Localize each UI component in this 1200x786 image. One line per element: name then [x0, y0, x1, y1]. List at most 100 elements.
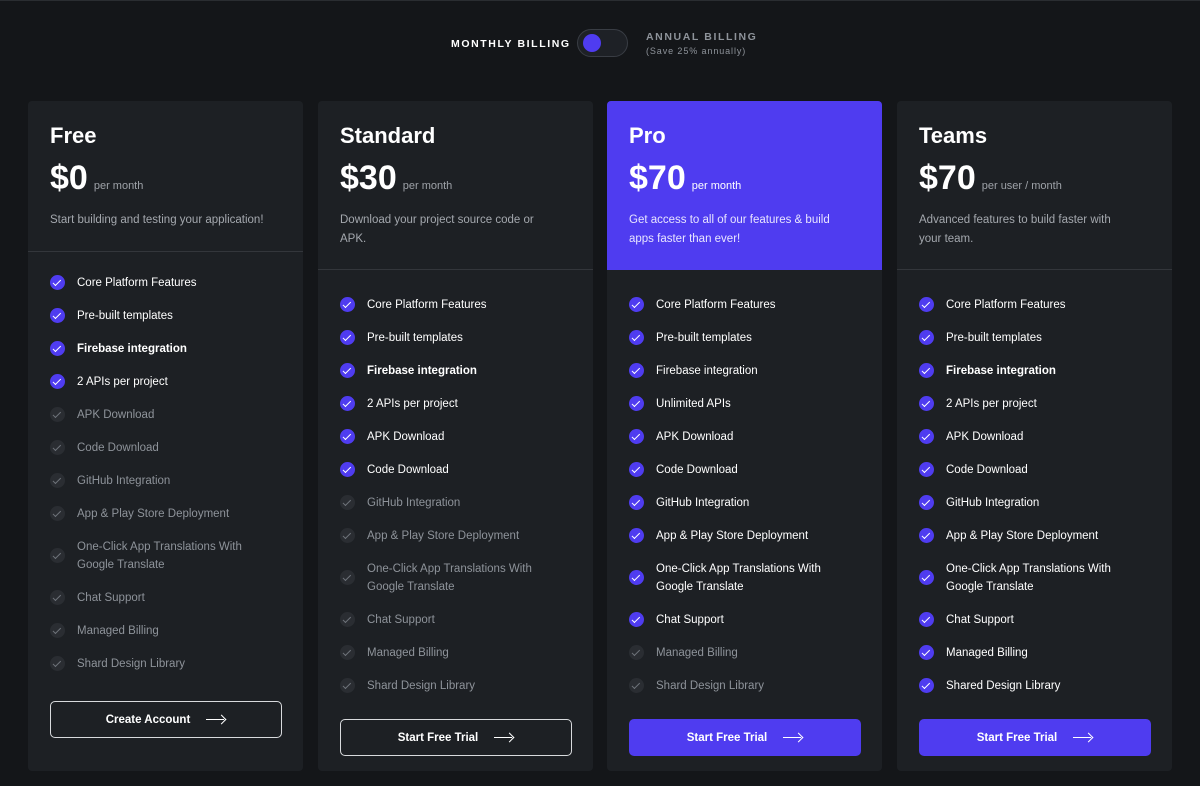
check-icon	[919, 297, 934, 312]
feature-label: GitHub Integration	[367, 496, 461, 509]
arrow-right-icon	[494, 733, 514, 743]
check-icon	[50, 275, 65, 290]
billing-toggle-switch[interactable]	[577, 29, 628, 57]
check-icon	[340, 495, 355, 510]
feature-item: 2 APIs per project	[919, 387, 1150, 420]
feature-label: Managed Billing	[77, 624, 159, 637]
feature-label: Pre-built templates	[77, 309, 173, 322]
button-label: Start Free Trial	[686, 731, 768, 744]
feature-item: GitHub Integration	[340, 486, 571, 519]
feature-label: One-Click App Translations With Google T…	[656, 562, 821, 593]
check-icon	[340, 462, 355, 477]
start-free-trial-button[interactable]: Start Free Trial	[340, 719, 572, 756]
feature-item: APK Download	[919, 420, 1150, 453]
feature-item: Core Platform Features	[340, 288, 571, 321]
feature-label: Managed Billing	[367, 646, 449, 659]
check-icon	[629, 297, 644, 312]
feature-label: Core Platform Features	[656, 298, 776, 311]
check-icon	[629, 462, 644, 477]
check-icon	[919, 612, 934, 627]
annual-billing-option[interactable]: ANNUAL BILLING (Save 25% annually)	[646, 31, 757, 56]
check-icon	[50, 374, 65, 389]
check-icon	[50, 506, 65, 521]
feature-item: GitHub Integration	[50, 464, 281, 497]
check-icon	[50, 341, 65, 356]
feature-item: Managed Billing	[629, 636, 860, 669]
check-icon	[629, 645, 644, 660]
plan-period: per month	[93, 180, 144, 192]
check-icon	[340, 429, 355, 444]
feature-item: Firebase integration	[629, 354, 860, 387]
feature-item: App & Play Store Deployment	[629, 519, 860, 552]
annual-savings-note: (Save 25% annually)	[646, 46, 747, 56]
check-icon	[629, 396, 644, 411]
feature-label: Shared Design Library	[946, 679, 1061, 692]
check-icon	[919, 678, 934, 693]
plan-price: $70	[629, 159, 686, 197]
monthly-billing-label[interactable]: MONTHLY BILLING	[451, 38, 571, 50]
feature-label: Unlimited APIs	[656, 397, 731, 410]
check-icon	[919, 330, 934, 345]
feature-label: Pre-built templates	[367, 331, 463, 344]
feature-item: Core Platform Features	[50, 266, 281, 299]
feature-item: 2 APIs per project	[340, 387, 571, 420]
feature-item: APK Download	[629, 420, 860, 453]
feature-label: APK Download	[367, 430, 445, 443]
feature-label: Firebase integration	[946, 364, 1056, 377]
plan-header: Pro $70 per month Get access to all of o…	[607, 101, 882, 269]
check-icon	[629, 612, 644, 627]
create-account-button[interactable]: Create Account	[50, 701, 282, 738]
plan-description: Start building and testing your applicat…	[50, 214, 264, 226]
feature-label: Chat Support	[656, 613, 724, 626]
check-icon	[50, 656, 65, 671]
start-free-trial-button[interactable]: Start Free Trial	[629, 719, 861, 756]
feature-label: Firebase integration	[77, 342, 187, 355]
plan-description: Advanced features to build faster with y…	[919, 214, 1111, 245]
feature-label: Shard Design Library	[367, 679, 476, 692]
feature-label: Firebase integration	[367, 364, 477, 377]
plan-price: $0	[50, 159, 88, 197]
feature-item: Pre-built templates	[340, 321, 571, 354]
feature-list: Core Platform Features Pre-built templat…	[318, 270, 593, 702]
plan-name: Standard	[340, 123, 436, 148]
toggle-knob	[583, 34, 601, 52]
check-icon	[629, 678, 644, 693]
price-row: $70 per month	[629, 159, 860, 197]
plan-price: $70	[919, 159, 976, 197]
button-label: Start Free Trial	[397, 731, 479, 744]
check-icon	[50, 308, 65, 323]
check-icon	[629, 528, 644, 543]
check-icon	[340, 678, 355, 693]
feature-label: Core Platform Features	[946, 298, 1066, 311]
annual-billing-label: ANNUAL BILLING	[646, 31, 758, 43]
feature-label: Pre-built templates	[946, 331, 1042, 344]
feature-item: Core Platform Features	[629, 288, 860, 321]
feature-item: GitHub Integration	[629, 486, 860, 519]
feature-item: Pre-built templates	[919, 321, 1150, 354]
check-icon	[50, 407, 65, 422]
check-icon	[919, 495, 934, 510]
feature-item: App & Play Store Deployment	[919, 519, 1150, 552]
check-icon	[919, 363, 934, 378]
feature-label: Chat Support	[367, 613, 435, 626]
feature-label: App & Play Store Deployment	[946, 529, 1099, 542]
feature-label: One-Click App Translations With Google T…	[367, 562, 532, 593]
feature-item: APK Download	[340, 420, 571, 453]
feature-item: Shard Design Library	[50, 647, 281, 680]
feature-label: GitHub Integration	[946, 496, 1040, 509]
check-icon	[50, 548, 65, 563]
check-icon	[919, 396, 934, 411]
feature-label: Core Platform Features	[77, 276, 197, 289]
start-free-trial-button[interactable]: Start Free Trial	[919, 719, 1151, 756]
feature-item: Managed Billing	[50, 614, 281, 647]
check-icon	[50, 623, 65, 638]
feature-label: Code Download	[656, 463, 738, 476]
feature-label: Chat Support	[946, 613, 1014, 626]
button-label: Start Free Trial	[976, 731, 1058, 744]
feature-item: Code Download	[50, 431, 281, 464]
feature-item: Code Download	[340, 453, 571, 486]
feature-item: Pre-built templates	[629, 321, 860, 354]
check-icon	[919, 462, 934, 477]
check-icon	[340, 645, 355, 660]
check-icon	[919, 429, 934, 444]
